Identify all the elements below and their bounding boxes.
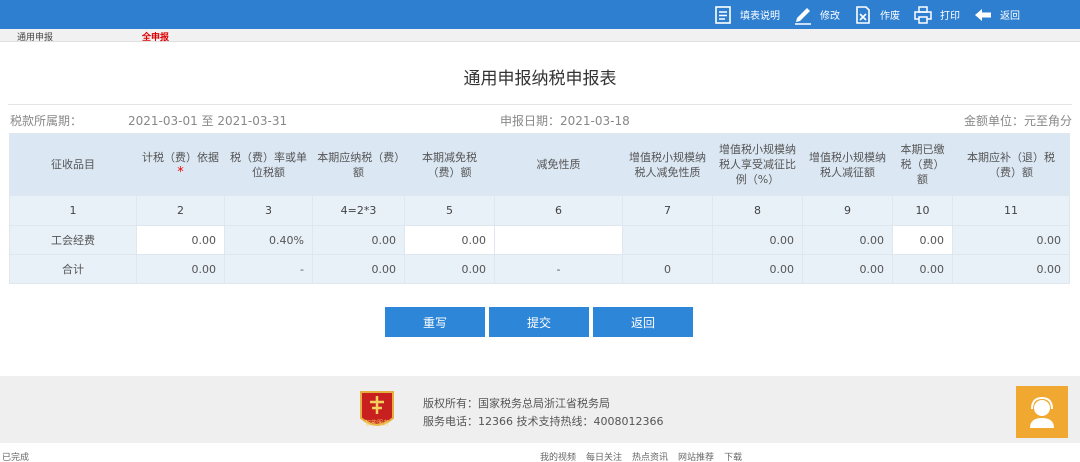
index-cell: 8 — [712, 195, 803, 226]
tax-bureau-logo: 智能服务 — [357, 390, 397, 432]
tab-general[interactable]: 通用申报 — [17, 30, 53, 43]
refund-total: 0.00 — [952, 254, 1070, 284]
item-name-cell: 工会经费 — [9, 225, 137, 255]
index-cell: 1 — [9, 195, 137, 226]
reduction-total: 0.00 — [404, 254, 495, 284]
index-row: 1 2 3 4=2*3 5 6 7 8 9 10 11 — [9, 195, 1070, 226]
payable-cell: 0.00 — [312, 225, 405, 255]
back-arrow-icon — [972, 4, 994, 26]
paid-input[interactable]: 0.00 — [892, 225, 953, 255]
reduction-nature-select[interactable] — [494, 225, 623, 255]
small-scale-nature-total: 0 — [622, 254, 713, 284]
tab-bar: 通用申报 全申报 — [0, 29, 1080, 43]
page-title: 通用申报纳税申报表 — [463, 69, 617, 89]
index-cell: 6 — [494, 195, 623, 226]
status-link[interactable]: 热点资讯 — [632, 452, 668, 462]
header-cell: 减免性质 — [494, 133, 623, 196]
void-label: 作废 — [880, 11, 900, 22]
tax-rate-total: - — [224, 254, 313, 284]
tax-basis-input[interactable]: 0.00 — [136, 225, 225, 255]
info-bar: 税款所属期： 2021-03-01 至 2021-03-31 申报日期：2021… — [8, 104, 1072, 131]
index-cell: 2 — [136, 195, 225, 226]
table-row-total: 合计 0.00 - 0.00 0.00 - 0 0.00 0.00 0.00 0… — [9, 254, 1070, 284]
status-text: 已完成 — [2, 453, 30, 462]
header-cell: 计税（费）依据 * — [136, 133, 225, 196]
tab-full[interactable]: 全申报 — [142, 30, 169, 43]
status-link[interactable]: 下载 — [724, 452, 742, 462]
status-links: 我的视频 每日关注 热点资讯 网站推荐 下载 — [540, 452, 742, 462]
pencil-icon — [792, 4, 814, 26]
small-scale-nature-cell — [622, 225, 713, 255]
header-cell: 本期应纳税（费）额 — [312, 133, 405, 196]
small-scale-ratio-cell: 0.00 — [712, 225, 803, 255]
modify-button[interactable]: 修改 — [792, 0, 840, 29]
index-cell: 7 — [622, 195, 713, 226]
printer-icon — [912, 4, 934, 26]
document-icon — [712, 4, 734, 26]
small-scale-reduction-total: 0.00 — [802, 254, 893, 284]
fill-guide-label: 填表说明 — [740, 11, 780, 22]
declare-date: 申报日期：2021-03-18 — [500, 114, 630, 128]
index-cell: 10 — [892, 195, 953, 226]
footer: 智能服务 版权所有：国家税务总局浙江省税务局 服务电话：12366 技术支持热线… — [0, 376, 1080, 443]
print-label: 打印 — [940, 11, 960, 22]
back-toolbar-label: 返回 — [1000, 11, 1020, 22]
phone-text: 服务电话：12366 技术支持热线：4008012366 — [423, 415, 664, 428]
index-cell: 5 — [404, 195, 495, 226]
header-cell: 征收品目 — [9, 133, 137, 196]
submit-button[interactable]: 提交 — [489, 307, 589, 337]
period-label: 税款所属期： — [10, 114, 83, 128]
modify-label: 修改 — [820, 11, 840, 22]
headset-icon — [1030, 396, 1054, 428]
header-cell-label: 计税（费）依据 — [142, 150, 219, 164]
header-cell: 本期应补（退）税（费）额 — [952, 133, 1070, 196]
header-cell: 增值税小规模纳税人减免性质 — [622, 133, 713, 196]
index-cell: 4=2*3 — [312, 195, 405, 226]
top-toolbar: 填表说明 修改 作废 打印 返回 — [0, 0, 1080, 29]
reduction-nature-total: - — [494, 254, 623, 284]
back-toolbar-button[interactable]: 返回 — [972, 0, 1020, 29]
header-cell: 税（费）率或单位税额 — [224, 133, 313, 196]
tax-basis-total: 0.00 — [136, 254, 225, 284]
small-scale-ratio-total: 0.00 — [712, 254, 803, 284]
rewrite-button[interactable]: 重写 — [385, 307, 485, 337]
required-mark: * — [177, 164, 184, 180]
customer-service-button[interactable] — [1016, 386, 1068, 438]
header-cell: 增值税小规模纳税人享受减征比例（%） — [712, 133, 803, 196]
tax-rate-cell: 0.40% — [224, 225, 313, 255]
index-cell: 3 — [224, 195, 313, 226]
declaration-table: 征收品目 计税（费）依据 * 税（费）率或单位税额 本期应纳税（费）额 本期减免税… — [9, 133, 1070, 284]
refund-cell: 0.00 — [952, 225, 1070, 255]
void-document-icon — [852, 4, 874, 26]
item-name-cell: 合计 — [9, 254, 137, 284]
back-button[interactable]: 返回 — [593, 307, 693, 337]
fill-guide-button[interactable]: 填表说明 — [712, 0, 780, 29]
index-cell: 9 — [802, 195, 893, 226]
index-cell: 11 — [952, 195, 1070, 226]
period-value: 2021-03-01 至 2021-03-31 — [128, 114, 288, 128]
action-buttons: 重写 提交 返回 — [385, 307, 697, 337]
status-link[interactable]: 网站推荐 — [678, 452, 714, 462]
print-button[interactable]: 打印 — [912, 0, 960, 29]
logo-text: 智能服务 — [365, 419, 389, 427]
header-cell: 本期减免税（费）额 — [404, 133, 495, 196]
browser-status-bar: 已完成 我的视频 每日关注 热点资讯 网站推荐 下载 — [0, 452, 1080, 462]
table-header-row: 征收品目 计税（费）依据 * 税（费）率或单位税额 本期应纳税（费）额 本期减免税… — [9, 133, 1070, 196]
payable-total: 0.00 — [312, 254, 405, 284]
header-cell: 增值税小规模纳税人减征额 — [802, 133, 893, 196]
table-row-union-fee: 工会经费 0.00 0.40% 0.00 0.00 0.00 0.00 0.00… — [9, 225, 1070, 255]
reduction-input[interactable]: 0.00 — [404, 225, 495, 255]
status-link[interactable]: 我的视频 — [540, 452, 576, 462]
copyright-text: 版权所有：国家税务总局浙江省税务局 — [423, 397, 610, 410]
void-button[interactable]: 作废 — [852, 0, 900, 29]
small-scale-reduction-cell: 0.00 — [802, 225, 893, 255]
header-cell: 本期已缴税（费）额 — [892, 133, 953, 196]
paid-total: 0.00 — [892, 254, 953, 284]
amount-unit: 金额单位：元至角分 — [963, 114, 1072, 128]
status-link[interactable]: 每日关注 — [586, 452, 622, 462]
